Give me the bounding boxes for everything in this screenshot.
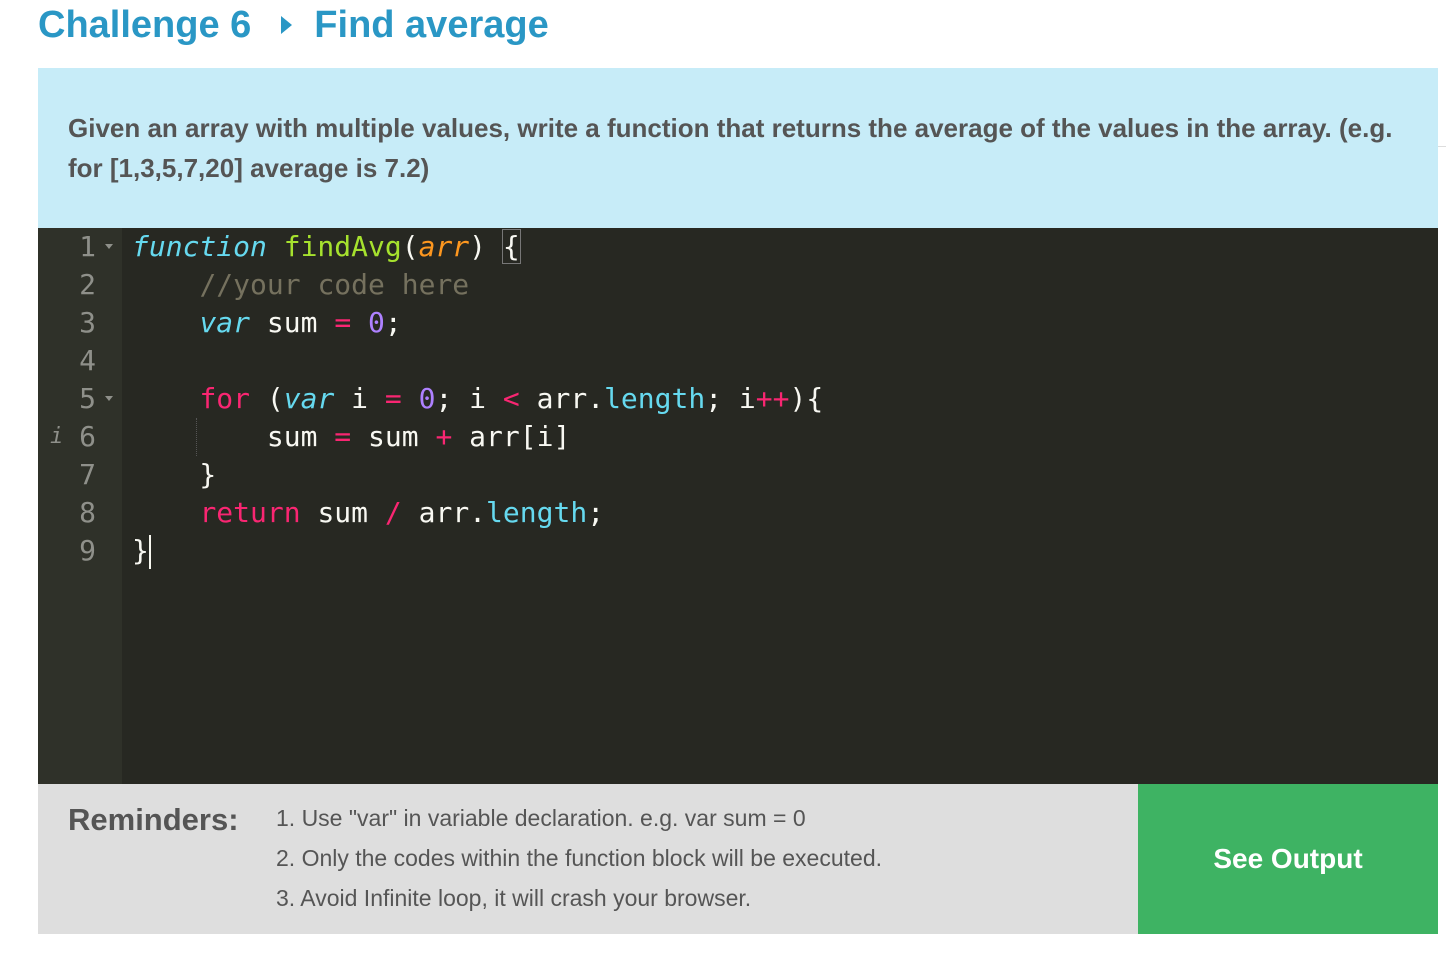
code-token: + (435, 420, 453, 453)
code-token: return (199, 496, 301, 529)
code-token: = (334, 420, 352, 453)
line-number-text: 1 (79, 230, 96, 263)
code-editor[interactable]: 123456i789 function findAvg(arr) { //you… (38, 228, 1438, 784)
reminders-list: 1. Use "var" in variable declaration. e.… (276, 798, 882, 918)
editor-gutter: 123456i789 (38, 228, 122, 784)
code-token: = (384, 382, 402, 415)
code-token: 0 (418, 382, 436, 415)
code-token: ; (587, 496, 605, 529)
line-number: 6i (38, 418, 122, 456)
code-line[interactable] (132, 342, 1438, 380)
code-token: ++ (755, 382, 790, 415)
code-line[interactable]: for (var i = 0; i < arr.length; i++){ (132, 380, 1438, 418)
challenge-number: Challenge 6 (38, 3, 252, 46)
reminder-item: 3. Avoid Infinite loop, it will crash yo… (276, 885, 752, 911)
code-token: ){ (789, 382, 824, 415)
line-number: 1 (38, 228, 122, 266)
line-number: 8 (38, 494, 122, 532)
code-token: } (132, 534, 149, 567)
code-token: for (199, 382, 251, 415)
code-line[interactable]: var sum = 0; (132, 304, 1438, 342)
challenge-title: Find average (314, 3, 549, 46)
code-line[interactable]: //your code here (132, 266, 1438, 304)
line-number-text: 3 (79, 306, 96, 339)
fold-arrow-icon[interactable] (105, 244, 113, 249)
code-token: sum (132, 420, 335, 453)
line-number-text: 2 (79, 268, 96, 301)
code-token: length (486, 496, 588, 529)
code-token: i (334, 382, 385, 415)
caret-right-icon (281, 16, 293, 34)
reminder-item: 2. Only the codes within the function bl… (276, 845, 883, 871)
line-number: 2 (38, 266, 122, 304)
code-token: { (501, 229, 521, 264)
code-token: ; i (705, 382, 756, 415)
code-line[interactable]: sum = sum + arr[i] (132, 418, 1438, 456)
code-token: //your code here (199, 268, 470, 301)
code-token: arr. (519, 382, 605, 415)
line-number: 7 (38, 456, 122, 494)
code-line[interactable]: function findAvg(arr) { (132, 228, 1438, 266)
code-token: < (502, 382, 520, 415)
code-area[interactable]: function findAvg(arr) { //your code here… (132, 228, 1438, 570)
line-number-text: 6 (79, 420, 96, 453)
line-number-text: 5 (79, 382, 96, 415)
code-token: 0 (368, 306, 385, 339)
code-line[interactable]: } (132, 456, 1438, 494)
line-number-text: 4 (79, 344, 96, 377)
line-number-text: 7 (79, 458, 96, 491)
code-token: sum (300, 496, 385, 529)
fold-arrow-icon[interactable] (105, 396, 113, 401)
code-token: arr. (401, 496, 487, 529)
code-token: function (132, 230, 267, 263)
code-line[interactable]: } (132, 532, 1438, 570)
code-token: ( (250, 382, 284, 415)
challenge-header: Challenge 6 Find average (38, 0, 549, 50)
line-number-text: 8 (79, 496, 96, 529)
code-token: } (132, 458, 217, 491)
reminder-item: 1. Use "var" in variable declaration. e.… (276, 805, 806, 831)
code-token: ; i (435, 382, 503, 415)
line-number-text: 9 (79, 534, 96, 567)
challenge-panel: Given an array with multiple values, wri… (38, 68, 1438, 934)
code-token: ) (469, 230, 503, 263)
code-token: findAvg (283, 230, 402, 263)
code-line[interactable]: return sum / arr.length; (132, 494, 1438, 532)
reminders-bar: Reminders: 1. Use "var" in variable decl… (38, 784, 1438, 934)
code-token: / (384, 496, 402, 529)
line-number: 3 (38, 304, 122, 342)
code-token: arr[i] (452, 420, 571, 453)
reminders-label: Reminders: (68, 802, 239, 837)
code-token: arr (418, 230, 470, 263)
see-output-button[interactable]: See Output (1138, 784, 1438, 934)
info-annotation-icon[interactable]: i (50, 418, 63, 456)
code-token: = (334, 306, 352, 339)
code-token: sum (250, 306, 335, 339)
code-token: sum (351, 420, 436, 453)
line-number: 4 (38, 342, 122, 380)
code-token: ; (384, 306, 402, 339)
problem-text: Given an array with multiple values, wri… (68, 113, 1393, 183)
code-token: length (604, 382, 706, 415)
panel-edge-divider (1438, 68, 1446, 147)
code-token: var (283, 382, 335, 415)
problem-statement: Given an array with multiple values, wri… (38, 68, 1438, 228)
line-number: 9 (38, 532, 122, 570)
code-token: ( (401, 230, 419, 263)
line-number: 5 (38, 380, 122, 418)
code-token: var (199, 306, 251, 339)
text-cursor (148, 535, 151, 569)
